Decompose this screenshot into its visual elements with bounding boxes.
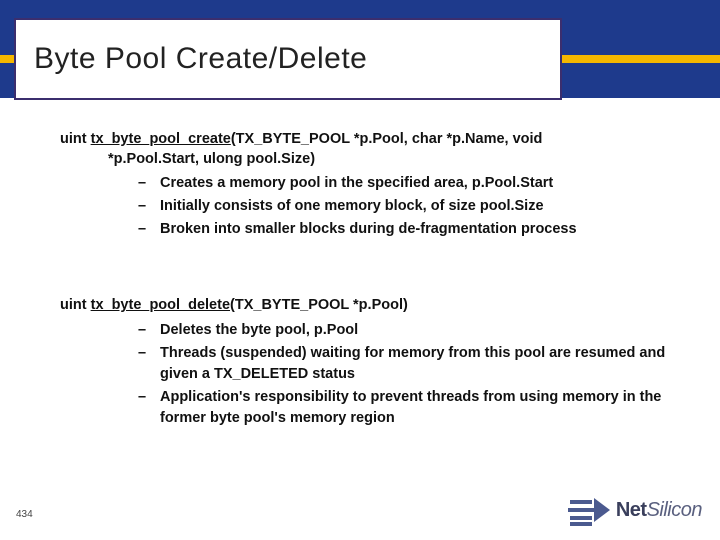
slide-title: Byte Pool Create/Delete <box>34 42 367 76</box>
logo-text-b: Silicon <box>647 499 702 521</box>
create-params-line2: *p.Pool.Start, ulong pool.Size) <box>60 150 698 170</box>
delete-fn-name: tx_byte_pool_delete <box>91 297 230 313</box>
content-area: uint tx_byte_pool_create(TX_BYTE_POOL *p… <box>60 130 698 431</box>
create-params-line1: (TX_BYTE_POOL *p.Pool, char *p.Name, voi… <box>231 131 543 147</box>
list-item: Threads (suspended) waiting for memory f… <box>138 343 698 385</box>
delete-signature: uint tx_byte_pool_delete(TX_BYTE_POOL *p… <box>60 296 698 316</box>
delete-return-type: uint <box>60 297 91 313</box>
list-item: Initially consists of one memory block, … <box>138 196 698 217</box>
create-signature: uint tx_byte_pool_create(TX_BYTE_POOL *p… <box>60 130 698 169</box>
logo-text: NetSilicon <box>616 499 702 522</box>
create-return-type: uint <box>60 131 91 147</box>
delete-bullets: Deletes the byte pool, p.Pool Threads (s… <box>60 320 698 429</box>
logo-mark-icon <box>566 490 610 530</box>
title-card: Byte Pool Create/Delete <box>14 18 562 100</box>
list-item: Creates a memory pool in the specified a… <box>138 173 698 194</box>
page-number: 434 <box>16 509 33 520</box>
logo-text-a: Net <box>616 499 647 521</box>
create-fn-name: tx_byte_pool_create <box>91 131 231 147</box>
footer-logo: NetSilicon <box>566 490 702 530</box>
create-bullets: Creates a memory pool in the specified a… <box>60 173 698 240</box>
list-item: Broken into smaller blocks during de-fra… <box>138 219 698 240</box>
delete-params: (TX_BYTE_POOL *p.Pool) <box>230 297 408 313</box>
list-item: Application's responsibility to prevent … <box>138 387 698 429</box>
list-item: Deletes the byte pool, p.Pool <box>138 320 698 341</box>
